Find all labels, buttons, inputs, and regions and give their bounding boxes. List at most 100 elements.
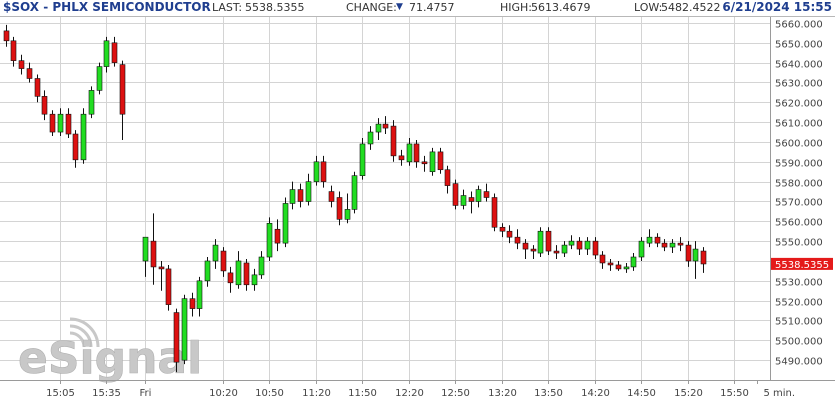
- candle-body-down: [49, 113, 56, 133]
- candle-body-down: [398, 155, 405, 161]
- candle-body-down: [158, 266, 165, 270]
- candle: [189, 292, 196, 317]
- candle-body-down: [499, 226, 506, 232]
- candle: [305, 173, 312, 206]
- x-tick-label: 15:05: [46, 388, 75, 399]
- candle: [561, 241, 568, 258]
- x-tick-label: 15:35: [92, 388, 121, 399]
- candle-body-up: [204, 260, 211, 282]
- candle-body-down: [3, 30, 10, 42]
- y-tick-label: 5610.000: [775, 119, 823, 130]
- candle-body-down: [243, 262, 250, 286]
- candle: [677, 237, 684, 252]
- candle-body-up: [584, 240, 591, 250]
- candle-body-down: [320, 161, 327, 182]
- candle-body-down: [607, 262, 614, 266]
- candle: [421, 155, 428, 172]
- candle: [10, 36, 17, 67]
- candle-body-down: [545, 230, 552, 252]
- candle-body-up: [103, 40, 110, 67]
- x-tick-label: 13:20: [488, 388, 517, 399]
- candle-body-up: [561, 244, 568, 254]
- candle-body-down: [165, 268, 172, 305]
- candle: [196, 276, 203, 317]
- candle-body-down: [227, 272, 234, 284]
- candle-body-down: [189, 298, 196, 309]
- candle: [181, 294, 188, 365]
- candle: [142, 236, 149, 277]
- candle: [220, 247, 227, 277]
- candle-body-up: [344, 209, 351, 220]
- candle: [103, 36, 110, 73]
- y-tick-label: 5650.000: [775, 40, 823, 51]
- candle: [429, 147, 436, 176]
- candle-body-up: [669, 242, 676, 248]
- candle-body-down: [553, 250, 560, 254]
- x-tick-label: 13:50: [534, 388, 563, 399]
- candle-body-down: [111, 42, 118, 63]
- candle: [475, 185, 482, 208]
- candle-body-up: [212, 244, 219, 262]
- y-tick-label: 5500.000: [775, 337, 823, 348]
- candle-body-down: [522, 242, 529, 250]
- last-value: 5538.5355: [245, 1, 305, 14]
- candle-body-down: [328, 191, 335, 202]
- candle: [297, 183, 304, 208]
- x-tick-label: 5 min.: [764, 388, 796, 399]
- candles: [3, 24, 707, 373]
- candle: [313, 155, 320, 186]
- candle: [336, 191, 343, 226]
- candle: [491, 193, 498, 232]
- candle-body-down: [382, 123, 389, 129]
- x-tick-label: 14:50: [627, 388, 656, 399]
- candle-body-up: [305, 181, 312, 202]
- candle-body-down: [34, 78, 41, 97]
- candle: [692, 241, 699, 279]
- candle-body-up: [196, 280, 203, 309]
- y-tick-label: 5550.000: [775, 238, 823, 249]
- candle-body-down: [413, 143, 420, 163]
- x-tick-label: 14:20: [581, 388, 610, 399]
- candle-body-down: [700, 250, 707, 265]
- symbol-title: $SOX - PHLX SEMICONDUCTOR: [3, 0, 211, 14]
- price-axis: 5490.000 5500.000 5510.000 5520.000 5530.000…: [770, 17, 823, 380]
- candle-body-down: [65, 113, 72, 135]
- candle-body-down: [685, 244, 692, 262]
- low-label: LOW:: [634, 1, 663, 14]
- candle-body-down: [274, 228, 281, 244]
- candle: [623, 262, 630, 273]
- candle-body-down: [150, 240, 157, 268]
- x-tick-label: 10:50: [255, 388, 284, 399]
- candle-body-down: [390, 125, 397, 157]
- candle: [289, 181, 296, 210]
- candle-body-down: [530, 248, 537, 252]
- candle: [41, 90, 48, 121]
- candle: [661, 239, 668, 252]
- candle-body-up: [251, 274, 258, 286]
- candle-body-down: [173, 312, 180, 363]
- y-tick-label: 5490.000: [775, 357, 823, 368]
- low-value: 5482.4522: [661, 1, 721, 14]
- candle-body-up: [57, 113, 64, 133]
- candle: [251, 268, 258, 291]
- candle-body-down: [615, 264, 622, 270]
- candle: [359, 138, 366, 180]
- candle: [398, 149, 405, 166]
- candle-body-down: [514, 236, 521, 244]
- grid-lines: [0, 17, 770, 380]
- candle: [375, 118, 382, 140]
- last-price-label: 5538.5355: [775, 260, 829, 271]
- x-tick-label: 11:50: [348, 388, 377, 399]
- candle: [204, 257, 211, 287]
- candle: [243, 259, 250, 291]
- candle-body-down: [491, 197, 498, 228]
- candlestick-chart[interactable]: eSignal 5490.0005500.0005510.0005520.000…: [0, 0, 835, 400]
- candle: [607, 259, 614, 271]
- candle-body-down: [576, 240, 583, 250]
- candle: [413, 139, 420, 168]
- y-tick-label: 5570.000: [775, 198, 823, 209]
- candle-body-up: [289, 189, 296, 204]
- y-tick-label: 5530.000: [775, 278, 823, 289]
- candle: [452, 179, 459, 210]
- candle-body-up: [266, 222, 273, 258]
